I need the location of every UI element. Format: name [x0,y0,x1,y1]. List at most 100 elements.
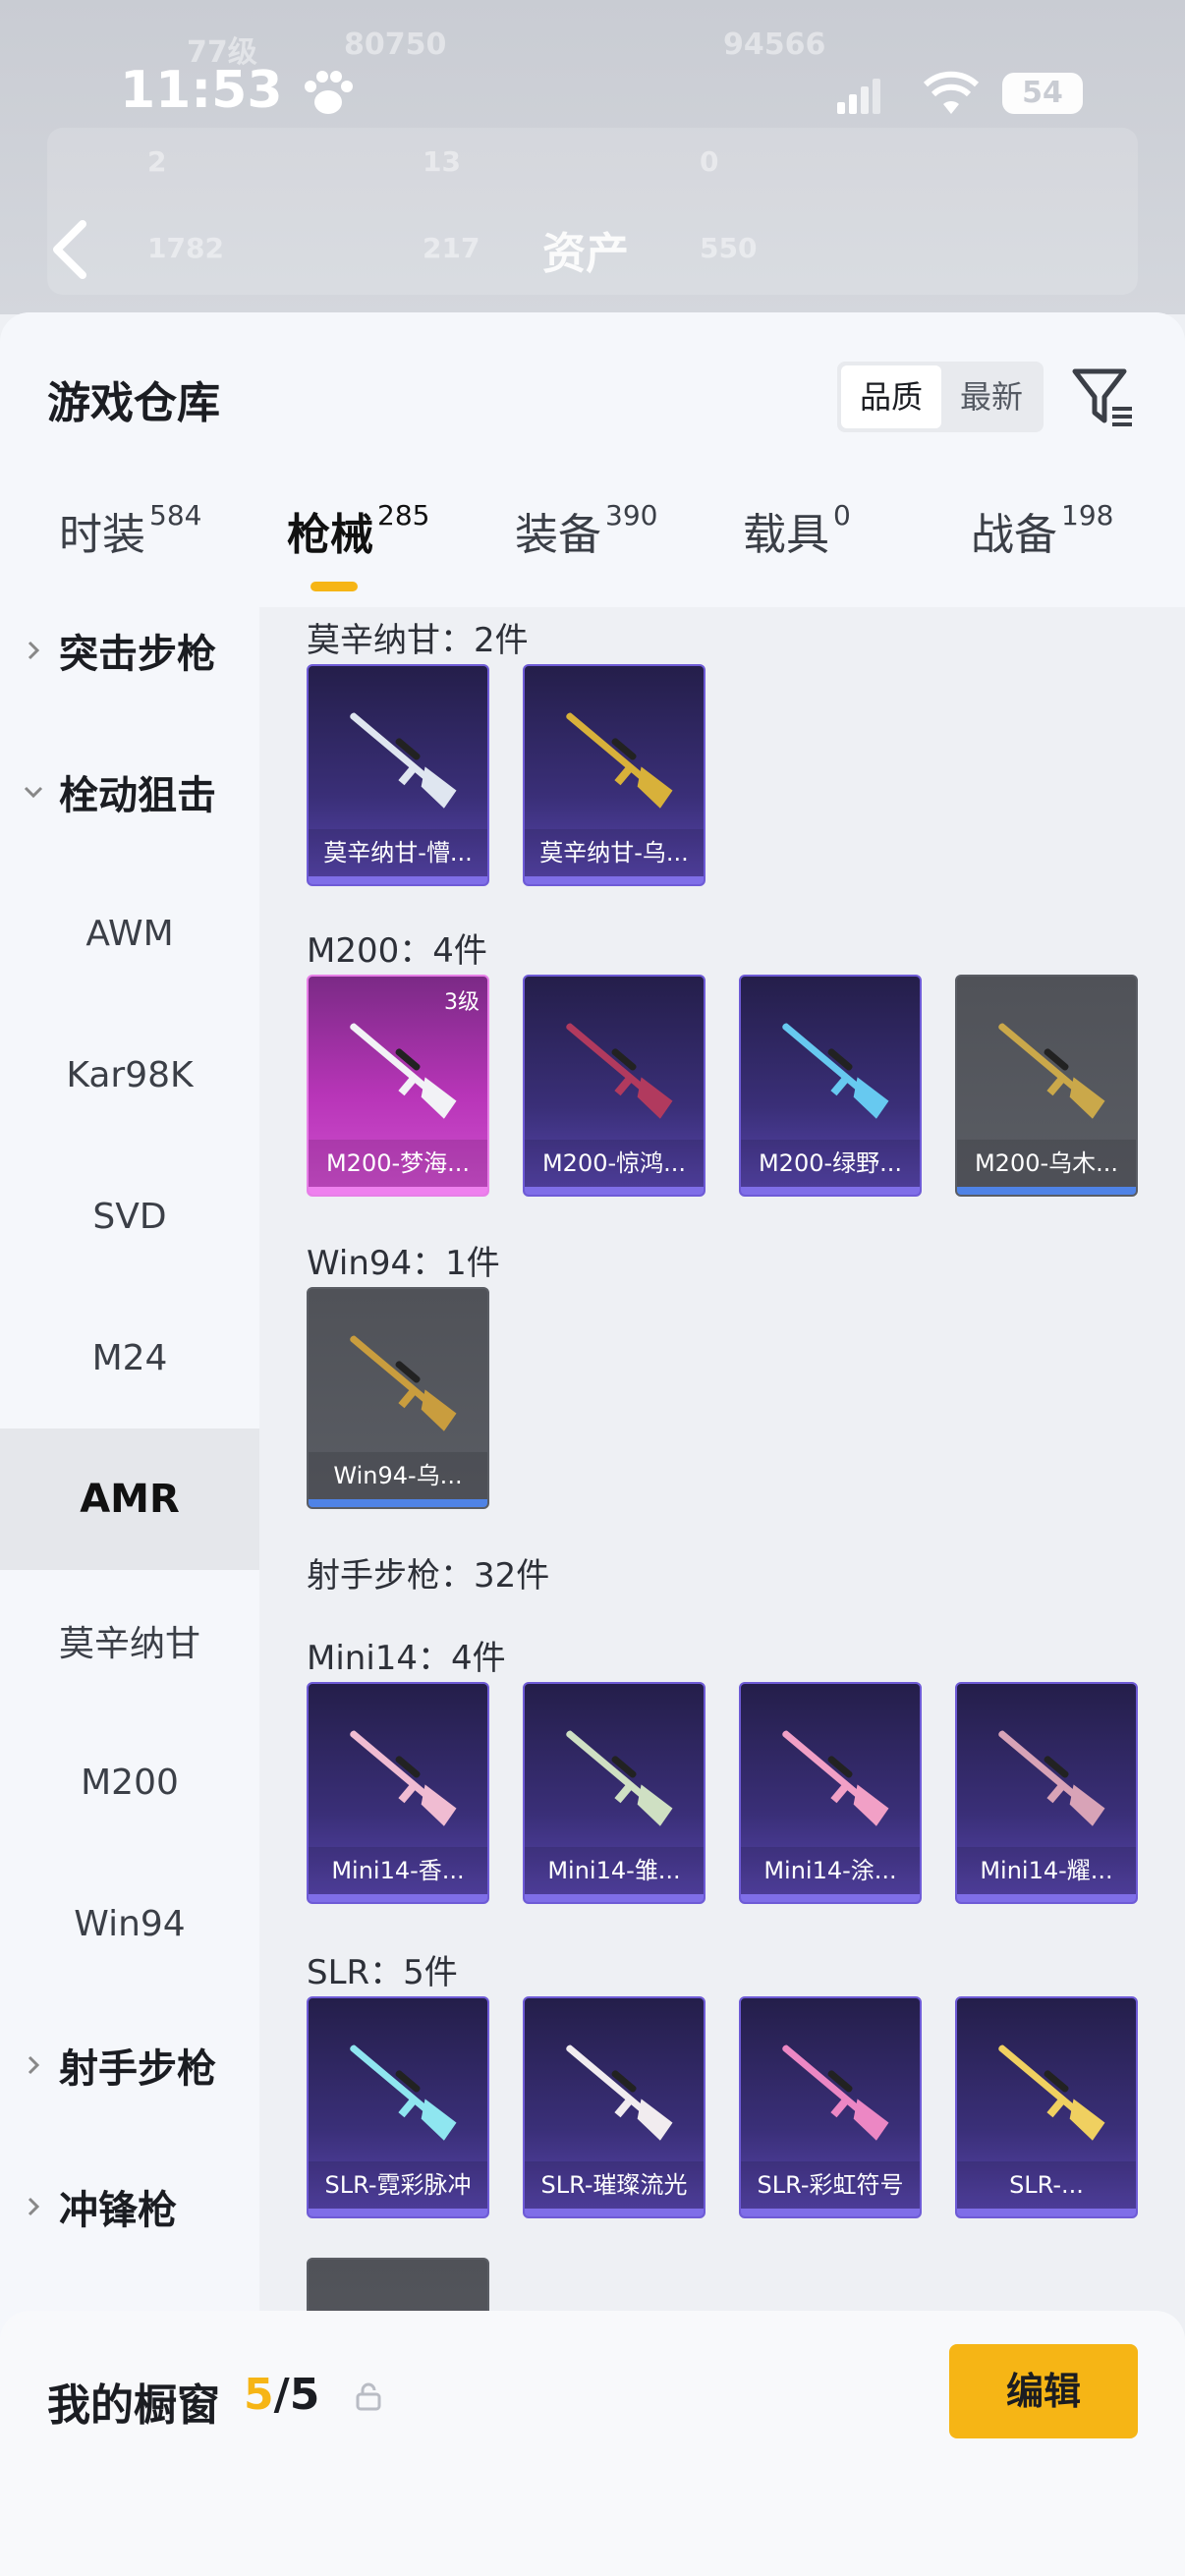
gun-icon [998,1023,1105,1119]
weapon-card[interactable]: SLR-霓彩脉冲 [307,1996,489,2218]
tab-label: 战备 [971,510,1057,560]
weapon-card[interactable]: M200-乌木... [955,975,1138,1197]
back-arrow-icon[interactable] [45,218,94,281]
weapon-card[interactable]: Win94-乌... [307,1287,489,1509]
weapon-card[interactable]: 莫辛纳甘-乌... [523,664,705,886]
tab-guns[interactable]: 枪械 285 [287,499,429,597]
sidebar-item-win94[interactable]: Win94 [0,1853,259,1994]
sidebar-item-marksman[interactable]: 射手步枪 [0,1994,259,2136]
sidebar-label: 突击步枪 [59,632,216,677]
tab-battle-gear[interactable]: 战备 198 [971,499,1113,597]
gun-icon [566,712,673,809]
weapon-name: M200-梦海... [309,1140,487,1187]
asset-header: 77级 80750 94566 2 13 0 1782 217 550 11:5… [0,0,1185,314]
tab-vehicles[interactable]: 载具 0 [743,499,851,597]
stat-value: 550 [700,232,758,264]
weapon-name: SLR-霓彩脉冲 [309,2161,487,2209]
sidebar-item-svd[interactable]: SVD [0,1146,259,1287]
weapon-card[interactable]: Mini14-耀... [955,1682,1138,1904]
sidebar-label: 冲锋枪 [59,2188,177,2233]
tab-label: 载具 [743,510,829,560]
weapon-name: Mini14-香... [309,1847,487,1894]
tab-count: 0 [833,499,851,532]
sidebar-item-amr[interactable]: AMR [0,1428,259,1570]
sidebar-item-bolt-sniper[interactable]: 栓动狙击 [0,721,259,863]
weapon-card[interactable]: SLR-彩虹符号 [739,1996,922,2218]
tab-count: 285 [377,499,430,532]
gun-icon [566,1730,673,1826]
status-bar: 11:53 54 [0,59,1185,128]
tab-label: 时装 [59,510,145,560]
gun-icon [566,1023,673,1119]
showcase-count: 5/5 [244,2370,319,2420]
battery-indicator: 54 [1002,73,1083,114]
warehouse-title: 游戏仓库 [47,378,220,428]
section-title-slr: SLR：5件 [307,1953,458,1992]
chevron-down-icon [24,786,43,799]
weapon-card[interactable]: Mini14-香... [307,1682,489,1904]
gun-icon [350,2044,457,2141]
weapon-card[interactable]: Mini14-涂... [739,1682,922,1904]
weapon-name: Mini14-雏... [525,1847,704,1894]
rarity-bar [309,876,487,884]
gun-icon [998,1730,1105,1826]
sidebar-item-awm[interactable]: AWM [0,863,259,1004]
weapon-card-partial[interactable] [307,2258,489,2317]
gun-icon [350,712,457,809]
sort-toggle: 品质 最新 [837,362,1044,432]
sidebar-item-m200[interactable]: M200 [0,1711,259,1853]
stat-value: 1782 [147,232,224,264]
weapon-name: M200-绿野... [741,1140,920,1187]
weapon-name: Mini14-涂... [741,1847,920,1894]
tab-count: 198 [1061,499,1114,532]
stat-value: 217 [423,232,480,264]
sidebar-label: 射手步枪 [59,2046,216,2092]
showcase-bar: 我的橱窗 5/5 编辑 [0,2311,1185,2576]
stat-value: 2 [147,145,167,178]
rarity-bar [957,1187,1136,1195]
chevron-right-icon [28,2197,40,2216]
lock-icon [356,2382,381,2411]
clock: 11:53 [120,61,283,120]
tab-count: 390 [605,499,658,532]
sidebar-item-assault-rifle[interactable]: 突击步枪 [0,580,259,721]
weapon-card[interactable]: Mini14-雏... [523,1682,705,1904]
weapon-name: SLR-... [957,2161,1136,2209]
gun-icon [782,2044,889,2141]
tab-label: 枪械 [287,510,373,560]
level-badge: 3级 [444,990,480,1015]
weapon-card[interactable]: M200-惊鸿... [523,975,705,1197]
weapon-card[interactable]: M200-绿野... [739,975,922,1197]
gun-icon [350,1335,457,1431]
weapon-card[interactable]: SLR-... [955,1996,1138,2218]
rarity-bar [309,1187,487,1195]
sort-newest-button[interactable]: 最新 [941,365,1042,428]
sidebar-item-smg[interactable]: 冲锋枪 [0,2136,259,2277]
sidebar-item-kar98k[interactable]: Kar98K [0,1004,259,1146]
weapon-name: 莫辛纳甘-懵... [309,829,487,876]
weapon-card[interactable]: 3级 M200-梦海... [307,975,489,1197]
weapon-category-sidebar: 突击步枪 栓动狙击 AWM Kar98K SVD M24 AMR 莫辛纳甘 M2… [0,607,259,2576]
rarity-bar [525,2209,704,2216]
warehouse-header: 游戏仓库 品质 最新 时装 584 枪械 285 装备 390 载具 0 战备 … [0,312,1185,607]
tab-label: 装备 [515,510,601,560]
rarity-bar [741,2209,920,2216]
rarity-bar [957,1894,1136,1902]
weapon-card[interactable]: SLR-璀璨流光 [523,1996,705,2218]
sort-quality-button[interactable]: 品质 [841,365,941,428]
sidebar-item-mosin[interactable]: 莫辛纳甘 [0,1570,259,1711]
section-title-mini14: Mini14：4件 [307,1639,506,1678]
warehouse-sheet: 游戏仓库 品质 最新 时装 584 枪械 285 装备 390 载具 0 战备 … [0,312,1185,2576]
tab-equipment[interactable]: 装备 390 [515,499,657,597]
chevron-right-icon [28,2055,40,2075]
edit-button[interactable]: 编辑 [949,2344,1138,2438]
sidebar-item-m24[interactable]: M24 [0,1287,259,1428]
rarity-bar [957,2209,1136,2216]
score-text: 80750 [344,28,447,62]
weapon-name: Win94-乌... [309,1452,487,1499]
filter-icon[interactable] [1069,364,1138,432]
weapon-card[interactable]: 莫辛纳甘-懵... [307,664,489,886]
active-tab-indicator [310,582,358,591]
weapon-name: 莫辛纳甘-乌... [525,829,704,876]
rarity-bar [309,2209,487,2216]
